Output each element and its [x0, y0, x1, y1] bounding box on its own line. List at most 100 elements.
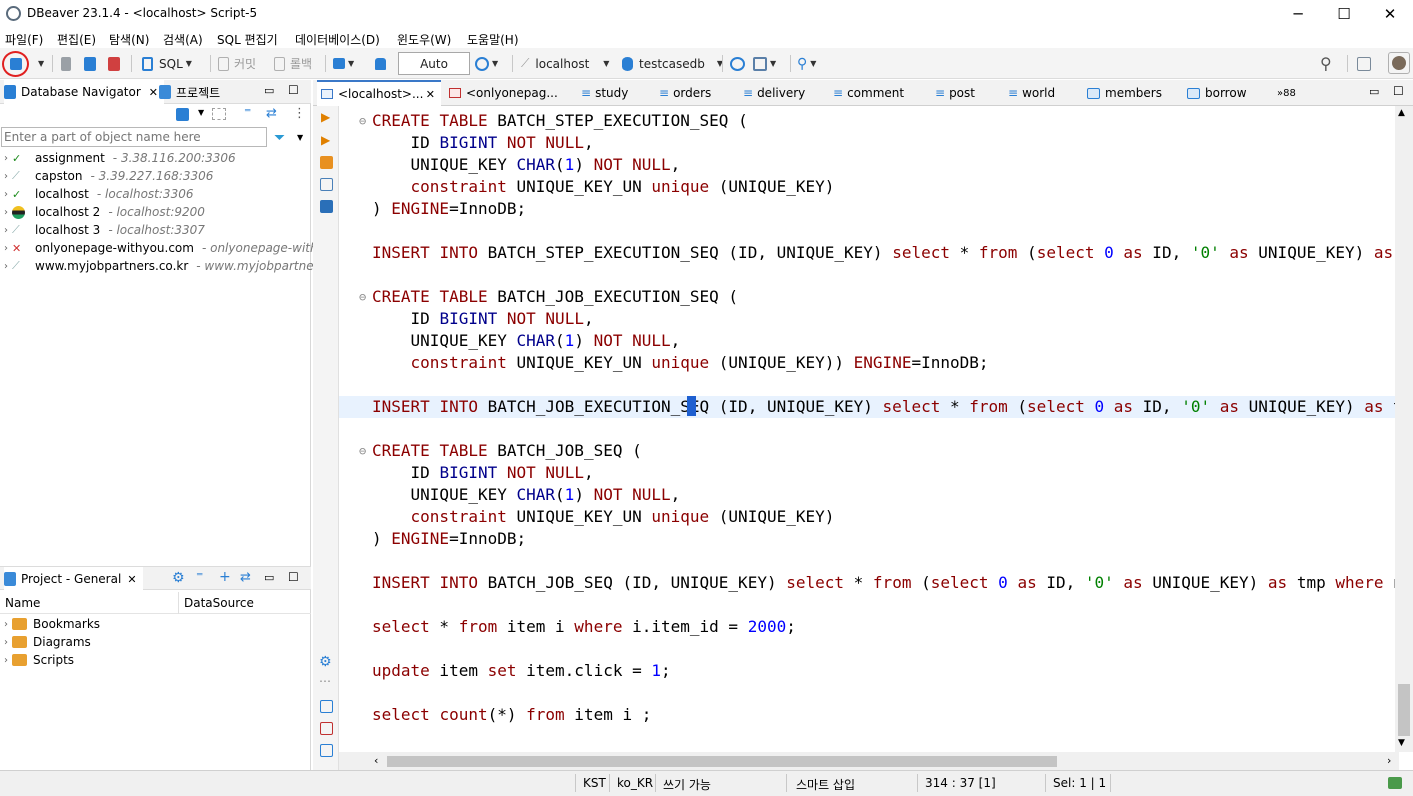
minimize-panel-icon[interactable]: ▭ [264, 84, 274, 97]
menu-search[interactable]: 검색(A) [163, 31, 203, 48]
chevron-right-icon[interactable]: › [0, 637, 12, 648]
chevron-right-icon[interactable]: › [0, 655, 12, 666]
code-editor[interactable]: ⊖ CREATE TABLE BATCH_STEP_EXECUTION_SEQ (… [339, 106, 1395, 758]
nav-item-onlyonepage[interactable]: › ✕ onlyonepage-withyou.com - onlyonepag… [0, 239, 332, 257]
perspective-open-button[interactable] [1357, 54, 1371, 73]
link-editor-icon[interactable]: ⇄ [240, 570, 251, 585]
code-line[interactable]: ) ENGINE=InnoDB; [339, 198, 1395, 220]
tab-project[interactable]: 프로젝트 [159, 80, 220, 104]
code-line[interactable]: ID BIGINT NOT NULL, [339, 308, 1395, 330]
code-line[interactable]: INSERT INTO BATCH_JOB_EXECUTION_SEQ (ID,… [339, 396, 1395, 418]
explain-plan-icon[interactable] [320, 178, 333, 191]
new-connection-dropdown[interactable]: ▼ [35, 54, 44, 73]
code-line[interactable]: ) ENGINE=InnoDB; [339, 528, 1395, 550]
import-icon[interactable] [320, 722, 333, 735]
project-item-scripts[interactable]: › Scripts [0, 651, 74, 669]
minimize-editor-icon[interactable]: ▭ [1369, 85, 1379, 98]
new-folder-icon[interactable] [212, 108, 226, 120]
chevron-right-icon[interactable]: › [0, 153, 12, 164]
scroll-up-icon[interactable]: ▲ [1398, 108, 1405, 118]
tab-world[interactable]: ≡ world [1008, 80, 1055, 106]
menu-window[interactable]: 윈도우(W) [397, 31, 451, 48]
menu-sql-editor[interactable]: SQL 편집기 [217, 31, 278, 48]
close-icon[interactable]: ✕ [149, 86, 158, 99]
dbeaver-perspective-button[interactable] [1388, 52, 1410, 74]
menu-edit[interactable]: 편집(E) [57, 31, 96, 48]
view-menu-icon[interactable]: ⋮ [293, 106, 306, 121]
filter-icon[interactable]: ⏷ [274, 130, 285, 146]
menu-file[interactable]: 파일(F) [5, 31, 43, 48]
active-datasource-selector[interactable]: ⟋ localhost ▼ [521, 54, 609, 73]
code-line[interactable] [339, 638, 1395, 660]
fold-toggle-icon[interactable]: ⊖ [359, 440, 366, 462]
scroll-right-icon[interactable]: › [1387, 754, 1391, 767]
nav-item-assignment[interactable]: › ✓ assignment - 3.38.116.200:3306 [0, 149, 236, 167]
history-button[interactable]: ▼ [475, 54, 498, 73]
erd-button[interactable]: ▼ [753, 54, 776, 73]
fold-toggle-icon[interactable]: ⊖ [359, 286, 366, 308]
code-line[interactable]: constraint UNIQUE_KEY_UN unique (UNIQUE_… [339, 352, 1395, 374]
tab-orders[interactable]: ≡ orders [659, 80, 711, 106]
tab-comment[interactable]: ≡ comment [833, 80, 904, 106]
fold-toggle-icon[interactable]: ⊖ [359, 110, 366, 132]
new-connection-icon[interactable] [176, 108, 189, 121]
new-connection-button[interactable] [2, 51, 29, 77]
menu-navigate[interactable]: 탐색(N) [109, 31, 149, 48]
chevron-right-icon[interactable]: › [0, 619, 12, 630]
chevron-right-icon[interactable]: › [0, 261, 12, 272]
sql-editor-button[interactable]: SQL ▼ [142, 54, 192, 73]
expand-icon[interactable]: + [219, 569, 231, 585]
code-line[interactable]: select count(*) from item i ; [339, 704, 1395, 726]
maximize-panel-icon[interactable]: ☐ [288, 83, 299, 97]
code-line[interactable]: constraint UNIQUE_KEY_UN unique (UNIQUE_… [339, 506, 1395, 528]
tab-study[interactable]: ≡ study [581, 80, 628, 106]
script-file-icon[interactable] [320, 744, 333, 757]
scroll-left-icon[interactable]: ‹ [374, 754, 378, 767]
horizontal-scrollbar[interactable]: ‹ › [339, 752, 1399, 770]
code-line[interactable] [339, 550, 1395, 572]
gear-icon[interactable]: ⚙ [319, 654, 332, 670]
menu-database[interactable]: 데이터베이스(D) [295, 31, 380, 48]
tab-overflow-button[interactable]: »88 [1277, 80, 1296, 106]
dashboard-button[interactable] [730, 54, 745, 73]
search-dropdown-button[interactable]: ⚲ ▼ [797, 54, 816, 73]
maximize-panel-icon[interactable]: ☐ [288, 570, 299, 584]
code-line[interactable]: ⊖ CREATE TABLE BATCH_STEP_EXECUTION_SEQ ( [339, 110, 1395, 132]
chevron-right-icon[interactable]: › [0, 189, 12, 200]
code-line[interactable]: select * from item i where i.item_id = 2… [339, 616, 1395, 638]
link-editor-icon[interactable]: ⇄ [266, 106, 277, 121]
gear-icon[interactable]: ⚙ [172, 570, 185, 586]
code-line[interactable] [339, 220, 1395, 242]
code-line[interactable]: update item set item.click = 1; [339, 660, 1395, 682]
chevron-right-icon[interactable]: › [0, 171, 12, 182]
code-line[interactable]: ⊖ CREATE TABLE BATCH_JOB_EXECUTION_SEQ ( [339, 286, 1395, 308]
menu-help[interactable]: 도움말(H) [467, 31, 519, 48]
navigator-filter-input[interactable] [1, 127, 267, 147]
maximize-editor-icon[interactable]: ☐ [1393, 84, 1404, 98]
code-line[interactable]: INSERT INTO BATCH_JOB_SEQ (ID, UNIQUE_KE… [339, 572, 1395, 594]
project-item-bookmarks[interactable]: › Bookmarks [0, 615, 100, 633]
chevron-down-icon[interactable]: ▼ [297, 133, 303, 142]
code-line[interactable]: ⊖ CREATE TABLE BATCH_JOB_SEQ ( [339, 440, 1395, 462]
global-search-button[interactable]: ⚲ [1320, 54, 1332, 73]
execute-new-tab-icon[interactable]: ▶ [321, 133, 330, 147]
chevron-down-icon[interactable]: ▼ [198, 108, 204, 117]
code-line[interactable] [339, 264, 1395, 286]
rollback-button[interactable]: 롤백 [274, 54, 312, 73]
nav-item-capston[interactable]: › ⟋ capston - 3.39.227.168:3306 [0, 167, 213, 185]
code-line[interactable]: UNIQUE_KEY CHAR(1) NOT NULL, [339, 484, 1395, 506]
nav-item-myjobpartners[interactable]: › ⟋ www.myjobpartners.co.kr - www.myjobp… [0, 257, 335, 275]
close-button[interactable]: ✕ [1367, 0, 1413, 28]
chevron-right-icon[interactable]: › [0, 207, 12, 218]
disconnect-button[interactable] [108, 54, 120, 73]
lock-button[interactable] [375, 54, 386, 73]
connect-button[interactable] [61, 54, 71, 73]
collapse-all-icon[interactable]: ⁼ [244, 105, 251, 121]
tab-database-navigator[interactable]: Database Navigator ✕ [4, 80, 165, 104]
close-icon[interactable]: ✕ [127, 573, 136, 586]
tab-onlyonepage-script[interactable]: <onlyonepag... [449, 80, 558, 106]
collapse-all-icon[interactable]: ⁼ [196, 569, 203, 585]
execute-script-icon[interactable] [320, 156, 333, 169]
code-line[interactable]: ID BIGINT NOT NULL, [339, 462, 1395, 484]
tab-members[interactable]: members [1087, 80, 1162, 106]
